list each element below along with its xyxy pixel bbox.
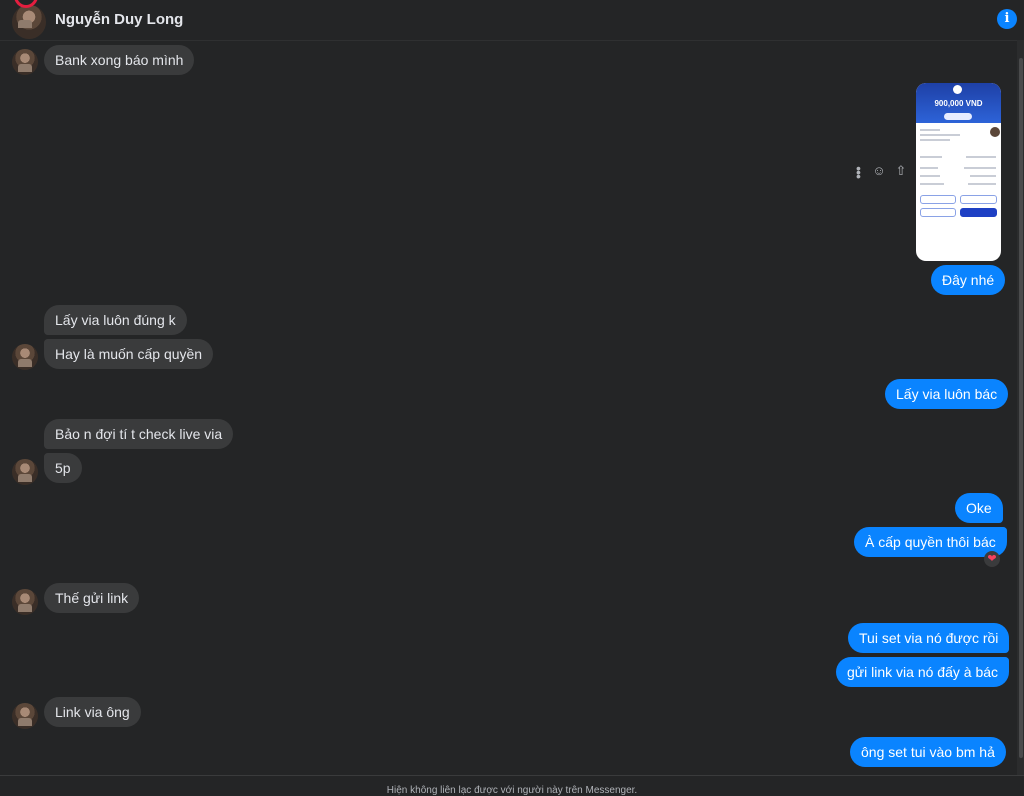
sender-avatar[interactable] <box>12 459 38 485</box>
message-outgoing[interactable]: ông set tui vào bm hả <box>850 737 1006 767</box>
message-outgoing[interactable]: À cấp quyền thôi bác <box>854 527 1007 557</box>
receipt-button <box>920 195 956 204</box>
sender-avatar[interactable] <box>12 49 38 75</box>
more-options-icon[interactable]: • • • <box>856 161 861 183</box>
receipt-line <box>970 175 996 177</box>
heart-reaction-icon[interactable]: ❤ <box>984 551 1000 567</box>
receipt-line <box>920 183 944 185</box>
conversation-header: Nguyễn Duy Long i <box>0 0 1024 41</box>
message-incoming[interactable]: Bank xong báo mình <box>44 45 195 75</box>
message-incoming[interactable]: Bảo n đợi tí t check live via <box>44 419 234 449</box>
message-outgoing[interactable]: Tui set via nó được rồi <box>848 623 1010 653</box>
receipt-avatar <box>990 127 1000 137</box>
footer-divider <box>0 775 1024 776</box>
receipt-line <box>920 139 950 141</box>
receipt-amount: 900,000 VND <box>934 99 983 108</box>
info-icon[interactable]: i <box>997 9 1017 29</box>
receipt-line <box>966 156 996 158</box>
message-incoming[interactable]: Thế gửi link <box>44 583 140 613</box>
receipt-button <box>960 208 997 217</box>
contact-name[interactable]: Nguyễn Duy Long <box>55 11 183 28</box>
receipt-line <box>964 167 996 169</box>
receipt-pill <box>944 113 972 120</box>
message-incoming[interactable]: Lấy via luôn đúng k <box>44 305 187 335</box>
message-incoming[interactable]: Link via ông <box>44 697 141 727</box>
message-outgoing[interactable]: Oke <box>955 493 1003 523</box>
receipt-line <box>920 167 938 169</box>
message-outgoing[interactable]: gửi link via nó đấy à bác <box>836 657 1010 687</box>
sender-avatar[interactable] <box>12 344 38 370</box>
message-incoming[interactable]: 5p <box>44 453 82 483</box>
message-incoming[interactable]: Hay là muốn cấp quyền <box>44 339 214 369</box>
message-outgoing[interactable]: Lấy via luôn bác <box>885 379 1009 409</box>
share-icon[interactable]: ⇧ <box>894 164 908 178</box>
sender-avatar[interactable] <box>12 589 38 615</box>
receipt-button <box>960 195 997 204</box>
scrollbar-thumb[interactable] <box>1019 58 1023 758</box>
receipt-line <box>920 129 940 131</box>
receipt-line <box>920 156 942 158</box>
receipt-line <box>920 134 960 136</box>
message-outgoing[interactable]: Đây nhé <box>931 265 1006 295</box>
receipt-line <box>920 175 940 177</box>
check-icon <box>953 85 962 94</box>
contact-avatar[interactable] <box>12 5 46 39</box>
receipt-line <box>968 183 996 185</box>
sender-avatar[interactable] <box>12 703 38 729</box>
image-attachment[interactable]: 900,000 VND <box>916 83 1001 261</box>
react-icon[interactable]: ☺ <box>872 164 886 178</box>
unavailable-notice: Hiện không liên lạc được với người này t… <box>386 785 638 796</box>
receipt-button <box>920 208 956 217</box>
